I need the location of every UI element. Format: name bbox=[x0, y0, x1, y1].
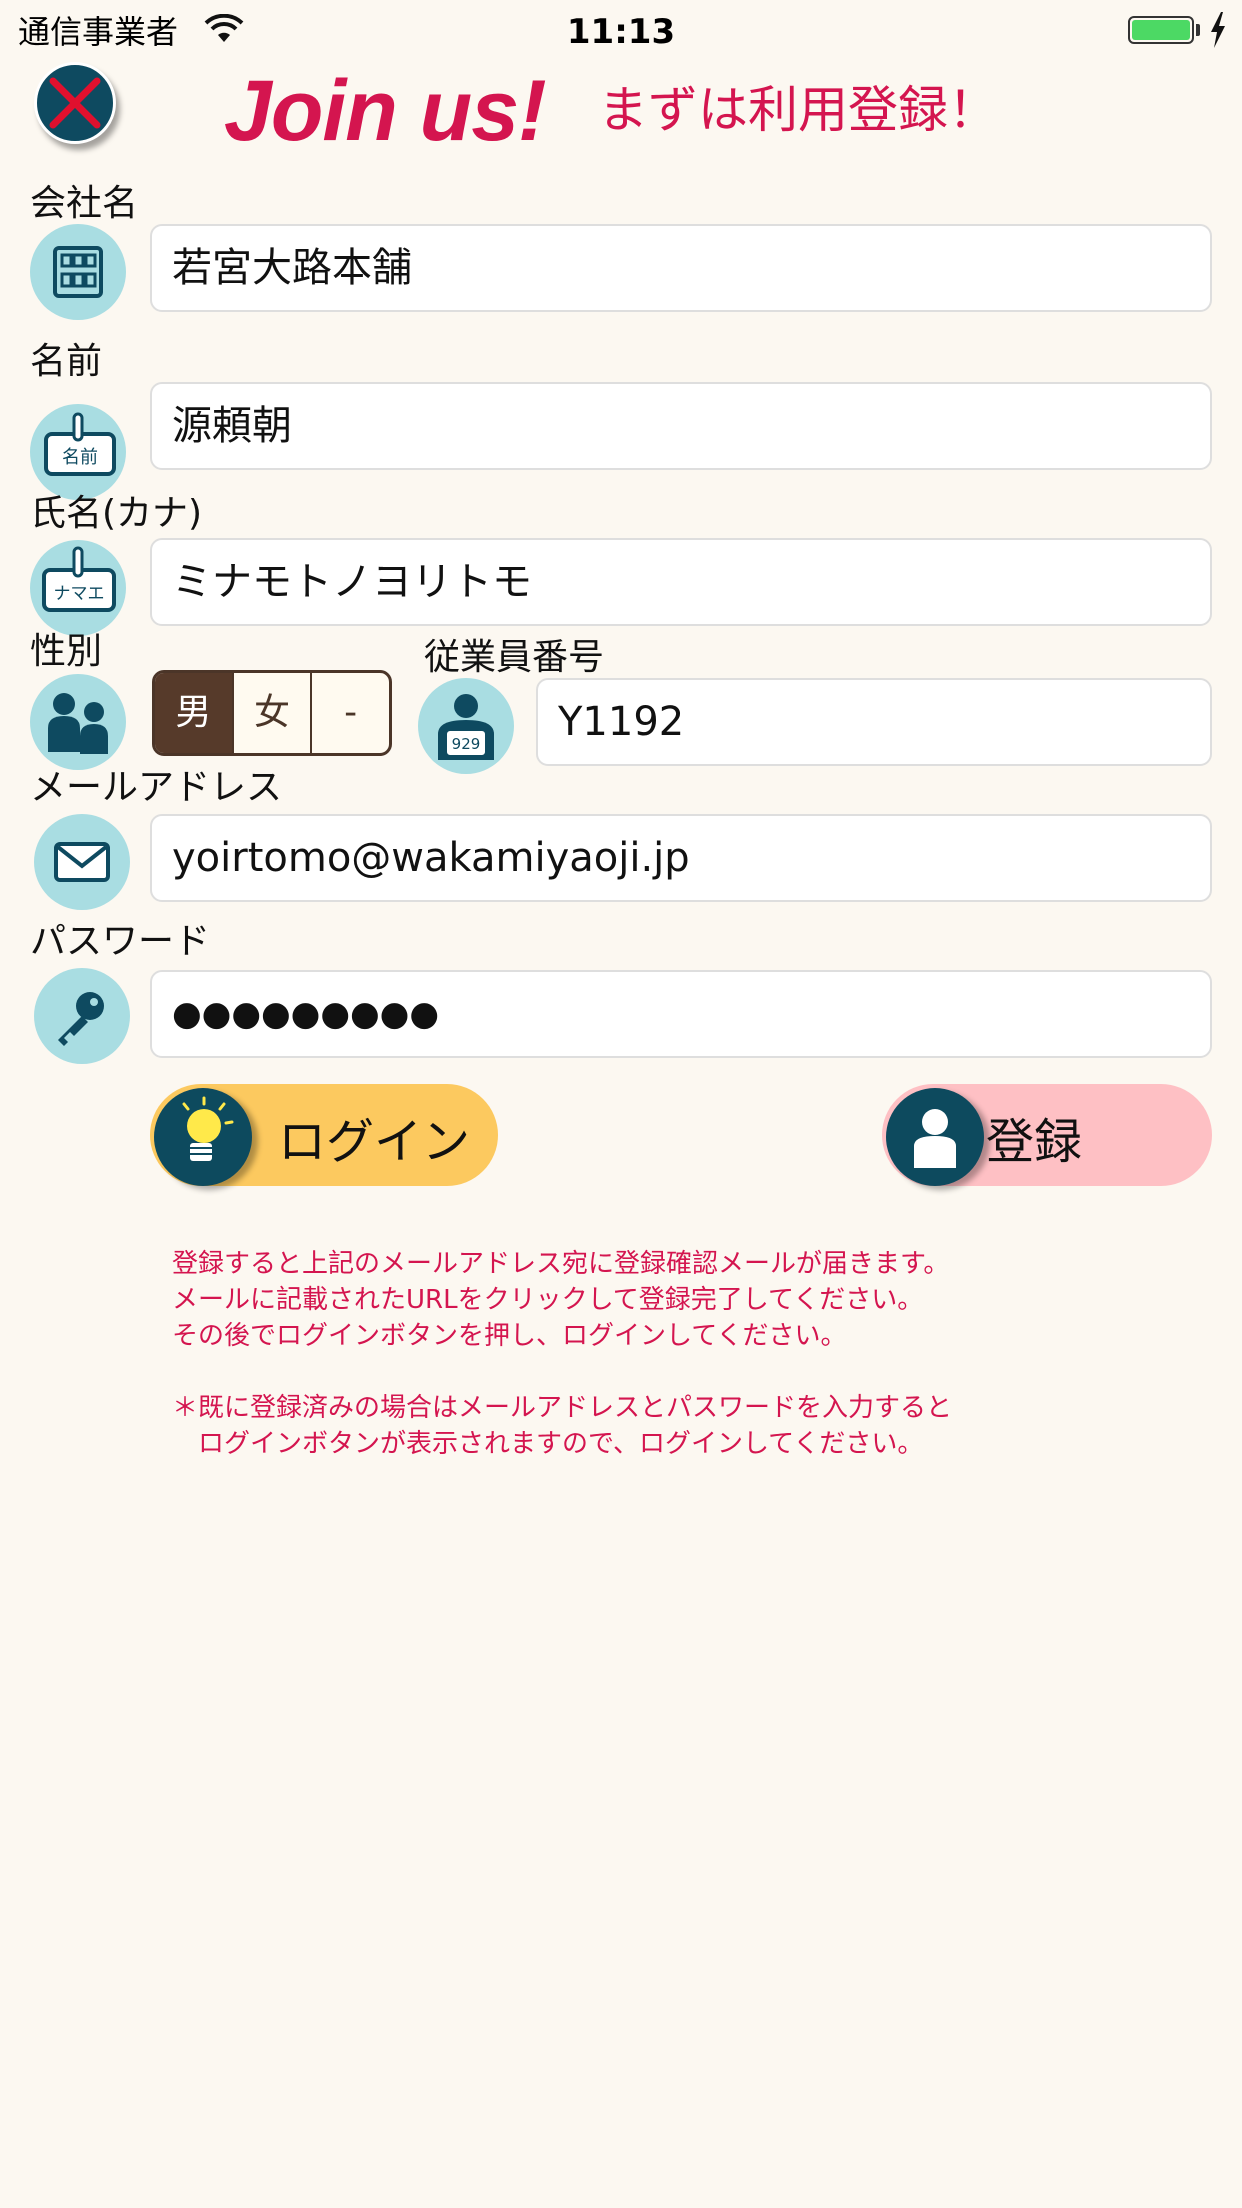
people-icon bbox=[30, 674, 126, 770]
employee-badge-icon: 929 bbox=[418, 678, 514, 774]
employee-number-label: 従業員番号 bbox=[424, 637, 605, 678]
battery-icon bbox=[1128, 16, 1194, 44]
page-subtitle: まずは利用登録！ bbox=[598, 81, 998, 139]
company-label: 会社名 bbox=[30, 183, 139, 224]
key-icon bbox=[34, 968, 130, 1064]
gender-label: 性別 bbox=[30, 631, 103, 672]
password-input[interactable]: ●●●●●●●●● bbox=[150, 970, 1212, 1058]
notice-line-3: その後でログインボタンを押し、ログインしてください。 bbox=[172, 1321, 847, 1351]
notice-line-5: ログインボタンが表示されますので、ログインしてください。 bbox=[172, 1429, 924, 1459]
name-tag-icon: 名前 bbox=[30, 404, 126, 500]
name-input[interactable]: 源頼朝 bbox=[150, 382, 1212, 470]
email-input[interactable]: yoirtomo@wakamiyaoji.jp bbox=[150, 814, 1212, 902]
battery-tip bbox=[1196, 24, 1200, 36]
name-tag-kana-icon: ナマエ bbox=[30, 540, 126, 636]
email-label: メールアドレス bbox=[30, 767, 283, 808]
svg-text:名前: 名前 bbox=[62, 447, 98, 468]
building-icon bbox=[30, 224, 126, 320]
gender-option-male[interactable]: 男 bbox=[155, 673, 232, 753]
svg-text:ナマエ: ナマエ bbox=[54, 584, 105, 604]
register-button[interactable]: 登録 bbox=[882, 1084, 1212, 1186]
name-label: 名前 bbox=[30, 341, 103, 382]
register-label: 登録 bbox=[986, 1114, 1083, 1170]
envelope-icon bbox=[34, 814, 130, 910]
gender-option-none[interactable]: - bbox=[310, 673, 389, 753]
notice-line-2: メールに記載されたURLをクリックして登録完了してください。 bbox=[172, 1285, 924, 1315]
kana-input[interactable]: ミナモトノヨリトモ bbox=[150, 538, 1212, 626]
gender-option-female[interactable]: 女 bbox=[231, 673, 311, 753]
notice-line-1: 登録すると上記のメールアドレス宛に登録確認メールが届きます。 bbox=[172, 1249, 950, 1279]
login-label: ログイン bbox=[278, 1114, 471, 1170]
company-input[interactable]: 若宮大路本舗 bbox=[150, 224, 1212, 312]
password-label: パスワード bbox=[30, 921, 211, 962]
svg-text:929: 929 bbox=[452, 735, 481, 753]
close-icon bbox=[49, 77, 101, 129]
notice-line-4: ＊既に登録済みの場合はメールアドレスとパスワードを入力すると bbox=[172, 1393, 953, 1423]
lightbulb-icon bbox=[154, 1088, 252, 1186]
status-time: 11:13 bbox=[566, 12, 676, 52]
person-icon bbox=[886, 1088, 984, 1186]
page-title: Join us! bbox=[224, 63, 547, 159]
charging-bolt-icon bbox=[1211, 12, 1225, 48]
gender-segmented-control[interactable]: 男 女 - bbox=[152, 670, 392, 756]
employee-number-input[interactable]: Y1192 bbox=[536, 678, 1212, 766]
close-button[interactable] bbox=[34, 62, 116, 144]
kana-label: 氏名(カナ) bbox=[30, 493, 203, 534]
login-button[interactable]: ログイン bbox=[150, 1084, 498, 1186]
